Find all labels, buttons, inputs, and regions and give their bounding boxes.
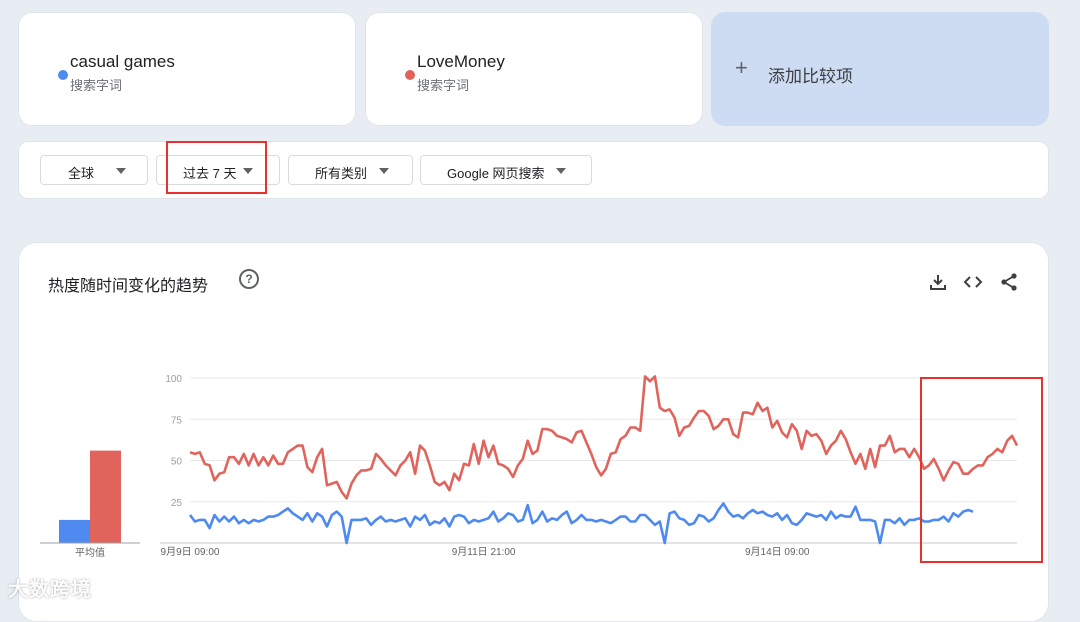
y-tick-label: 50	[171, 457, 183, 468]
x-tick-label: 9月14日 09:00	[745, 546, 810, 558]
series-line-2	[188, 502, 974, 545]
interest-line-chart: 100 75 50 25 9月9日 09:00 9月11日 21:00 9月14日 09:0…	[160, 374, 1019, 558]
y-tick-label: 75	[171, 415, 183, 426]
x-tick-label: 9月11日 21:00	[452, 546, 516, 558]
watermark: 大数跨境	[8, 579, 92, 601]
y-tick-label: 100	[165, 374, 182, 385]
series-line-1	[189, 375, 1019, 500]
x-tick-label: 9月9日 09:00	[161, 546, 220, 558]
highlight-box-recent	[920, 377, 1043, 563]
y-tick-label: 25	[171, 498, 183, 509]
